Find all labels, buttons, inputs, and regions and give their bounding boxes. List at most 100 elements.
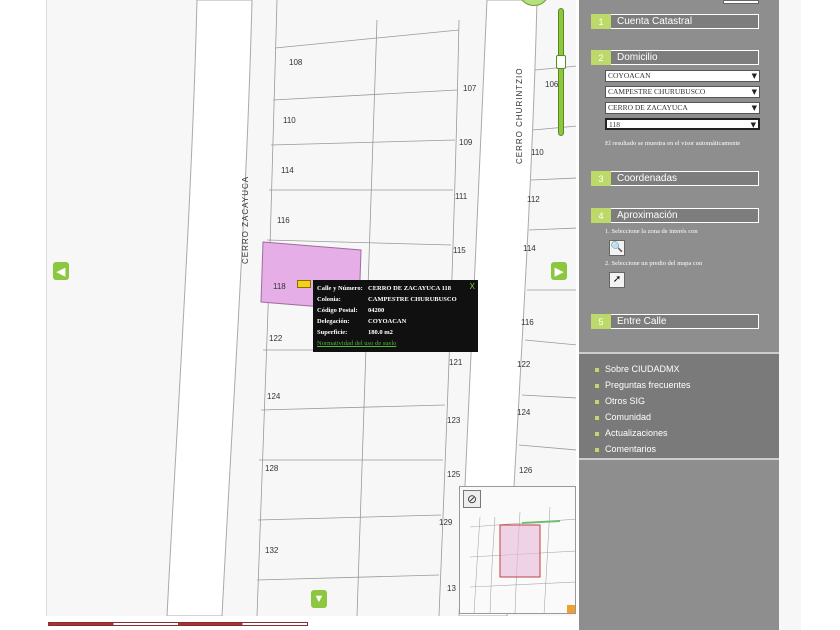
right-margin — [779, 0, 801, 630]
lot-number: 126 — [519, 466, 533, 475]
popup-key: Colonia: — [317, 296, 341, 303]
lot-number: 111 — [455, 192, 468, 201]
popup-key: Superficie: — [317, 329, 348, 336]
selected-value: COYOACAN — [608, 71, 651, 80]
lot-number: 132 — [265, 546, 279, 555]
section-coordenadas[interactable]: 3 Coordenadas — [591, 171, 759, 186]
popup-row: Superficie: 180.0 m2 — [317, 327, 474, 338]
pan-down-icon[interactable]: ▼ — [311, 590, 327, 608]
selected-value: CAMPESTRE CHURUBUSCO — [608, 87, 706, 96]
section-title: Domicilio — [617, 52, 658, 63]
aprox-step-2: 2. Seleccione un predio del mapa con — [605, 260, 703, 267]
section-aproximacion[interactable]: 4 Aproximación — [591, 208, 759, 223]
section-cuenta-catastral[interactable]: 1 Cuenta Catastral — [591, 14, 759, 29]
lot-number: 124 — [267, 392, 281, 401]
bullet-icon — [595, 399, 599, 404]
link-label: Otros SIG — [605, 396, 646, 406]
section-title: Entre Calle — [617, 316, 667, 327]
calle-select[interactable]: CERRO DE ZACAYUCA ▼ — [605, 102, 760, 114]
link-actualizaciones[interactable]: Actualizaciones — [595, 428, 668, 438]
colonia-select[interactable]: CAMPESTRE CHURUBUSCO ▼ — [605, 86, 760, 98]
section-domicilio[interactable]: 2 Domicilio — [591, 50, 759, 65]
map-viewer[interactable]: 108 110 114 116 118 122 124 128 132 107 … — [46, 0, 576, 616]
chevron-down-icon: ▼ — [750, 121, 756, 129]
lot-number: 116 — [521, 318, 534, 327]
select-parcel-icon[interactable]: ➚ — [609, 272, 625, 288]
lot-number: 125 — [447, 470, 461, 479]
chevron-down-icon: ▼ — [751, 72, 757, 80]
zoom-out-icon[interactable]: ⊘ — [463, 490, 481, 508]
bullet-icon — [595, 431, 599, 436]
lot-number: 106 — [545, 80, 559, 89]
bullet-icon — [595, 367, 599, 372]
lot-number: 121 — [449, 358, 463, 367]
selected-value: 118 — [609, 120, 620, 129]
street-label-zacayuca: CERRO ZACAYUCA — [241, 175, 250, 264]
section-number: 5 — [591, 314, 611, 329]
popup-value: 04200 — [368, 307, 385, 314]
link-label: Actualizaciones — [605, 428, 668, 438]
result-note: El resultado se muestra en el visor auto… — [605, 140, 741, 147]
link-label: Comunidad — [605, 412, 652, 422]
link-sobre-ciudadmx[interactable]: Sobre CIUDADMX — [595, 364, 680, 374]
zoom-area-icon[interactable]: 🔍 — [609, 240, 625, 256]
overview-map[interactable]: ⊘ — [459, 486, 576, 614]
pan-left-icon[interactable]: ◀ — [53, 262, 69, 280]
chevron-down-icon: ▼ — [751, 88, 757, 96]
lot-number: 114 — [281, 166, 294, 175]
lot-number: 110 — [283, 116, 296, 125]
section-number: 1 — [591, 14, 611, 29]
lot-number: 107 — [463, 84, 477, 93]
popup-value: CAMPESTRE CHURUBUSCO — [368, 296, 457, 303]
overview-viewport — [499, 524, 541, 578]
scale-bar-graphic — [48, 622, 308, 626]
chevron-down-icon: ▼ — [751, 104, 757, 112]
lot-number: 122 — [517, 360, 531, 369]
popup-value: 180.0 m2 — [368, 329, 393, 336]
lot-number: 116 — [277, 216, 290, 225]
street-label-churintzio: CERRO CHURINTZIO — [515, 67, 524, 164]
bullet-icon — [595, 447, 599, 452]
delegacion-select[interactable]: COYOACAN ▼ — [605, 70, 760, 82]
popup-row: Delegación: COYOACAN — [317, 316, 474, 327]
popup-row: Código Postal: 04200 — [317, 305, 474, 316]
parcel-marker-icon[interactable] — [297, 280, 311, 288]
land-use-link[interactable]: Normatividad del uso de suelo — [317, 338, 474, 349]
link-label: Comentarios — [605, 444, 657, 454]
section-number: 2 — [591, 50, 611, 65]
link-comunidad[interactable]: Comunidad — [595, 412, 651, 422]
popup-key: Calle y Número: — [317, 285, 363, 292]
lot-number: 110 — [531, 148, 544, 157]
lot-number: 118 — [273, 282, 286, 291]
link-comentarios[interactable]: Comentarios — [595, 444, 656, 454]
zoom-slider-handle[interactable] — [556, 55, 566, 69]
close-icon[interactable]: X — [470, 281, 475, 292]
section-number: 3 — [591, 171, 611, 186]
aprox-step-1: 1. Seleccione la zona de interés con — [605, 228, 698, 235]
lot-number: 129 — [439, 518, 453, 527]
popup-row: Colonia: CAMPESTRE CHURUBUSCO — [317, 294, 474, 305]
panel-top-button[interactable] — [723, 0, 759, 4]
panel-links: Sobre CIUDADMX Preguntas frecuentes Otro… — [579, 352, 779, 460]
section-entre-calle[interactable]: 5 Entre Calle — [591, 314, 759, 329]
link-otros-sig[interactable]: Otros SIG — [595, 396, 645, 406]
lot-number: 109 — [459, 138, 473, 147]
resize-handle-icon[interactable] — [567, 605, 575, 613]
section-title: Aproximación — [617, 210, 678, 221]
selected-value: CERRO DE ZACAYUCA — [608, 103, 688, 112]
lot-number: 115 — [453, 246, 466, 255]
scale-bar — [46, 618, 310, 630]
lot-number: 124 — [517, 408, 531, 417]
popup-row: Calle y Número: CERRO DE ZACAYUCA 118 — [317, 283, 474, 294]
lot-number: 112 — [527, 195, 540, 204]
lot-number: 128 — [265, 464, 279, 473]
link-preguntas-frecuentes[interactable]: Preguntas frecuentes — [595, 380, 691, 390]
zoom-slider[interactable] — [558, 8, 564, 136]
bullet-icon — [595, 383, 599, 388]
bullet-icon — [595, 415, 599, 420]
search-panel: 1 Cuenta Catastral 2 Domicilio COYOACAN … — [579, 0, 779, 630]
parcel-info-popup: X Calle y Número: CERRO DE ZACAYUCA 118 C… — [313, 280, 478, 352]
pan-right-icon[interactable]: ▶ — [551, 262, 567, 280]
section-number: 4 — [591, 208, 611, 223]
numero-select[interactable]: 118 ▼ — [605, 118, 760, 130]
